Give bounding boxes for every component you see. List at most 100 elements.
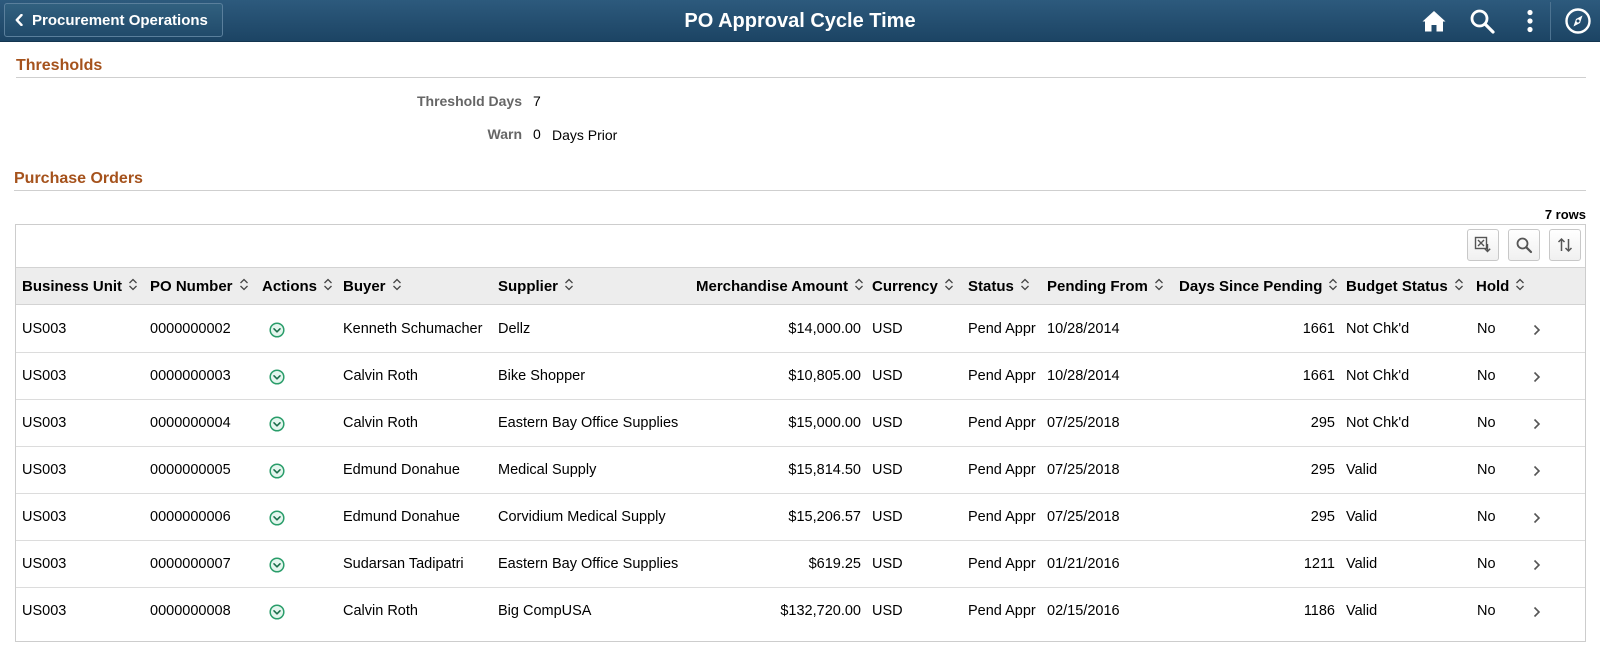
currency-cell: USD bbox=[872, 603, 903, 619]
threshold-days-label: Threshold Days bbox=[416, 93, 522, 109]
row-count: 7 rows bbox=[1544, 207, 1586, 222]
po-number-cell: 0000000002 bbox=[150, 321, 231, 337]
column-header-merchandise-amount[interactable]: Merchandise Amount bbox=[696, 268, 864, 306]
more-options-icon[interactable] bbox=[1510, 0, 1550, 42]
table-row[interactable]: US003 0000000006 Edmund Donahue Corvidium M… bbox=[16, 494, 1585, 541]
table-row[interactable]: US003 0000000002 Kenneth Schumacher Dellz $1… bbox=[16, 306, 1585, 353]
actions-menu-icon[interactable] bbox=[269, 322, 285, 338]
pending-from-cell: 10/28/2014 bbox=[1047, 321, 1120, 337]
actions-menu-icon[interactable] bbox=[269, 416, 285, 432]
column-header-hold[interactable]: Hold bbox=[1476, 268, 1525, 306]
po-number-cell: 0000000004 bbox=[150, 415, 231, 431]
merchandise-amount-cell: $14,000.00 bbox=[788, 321, 861, 337]
buyer-cell: Calvin Roth bbox=[343, 368, 418, 384]
home-icon[interactable] bbox=[1414, 0, 1454, 42]
table-row[interactable]: US003 0000000005 Edmund Donahue Medical Sup… bbox=[16, 447, 1585, 494]
status-cell: Pend Appr bbox=[968, 321, 1036, 337]
actions-menu-icon[interactable] bbox=[269, 463, 285, 479]
buyer-cell: Sudarsan Tadipatri bbox=[343, 556, 464, 572]
sort-arrows-icon bbox=[1454, 268, 1464, 306]
page-title: PO Approval Cycle Time bbox=[684, 10, 916, 32]
header-divider bbox=[1550, 2, 1551, 40]
chevron-right-icon[interactable] bbox=[1533, 353, 1541, 400]
business-unit-cell: US003 bbox=[22, 462, 67, 478]
po-number-cell: 0000000007 bbox=[150, 556, 231, 572]
status-cell: Pend Appr bbox=[968, 368, 1036, 384]
business-unit-cell: US003 bbox=[22, 415, 67, 431]
status-cell: Pend Appr bbox=[968, 509, 1036, 525]
buyer-cell: Edmund Donahue bbox=[343, 462, 460, 478]
business-unit-cell: US003 bbox=[22, 321, 67, 337]
hold-cell: No bbox=[1477, 556, 1496, 572]
days-since-pending-cell: 1661 bbox=[1302, 321, 1335, 337]
status-cell: Pend Appr bbox=[968, 603, 1036, 619]
column-header-business-unit[interactable]: Business Unit bbox=[22, 268, 138, 306]
find-icon[interactable] bbox=[1508, 229, 1540, 261]
business-unit-cell: US003 bbox=[22, 509, 67, 525]
hold-cell: No bbox=[1477, 509, 1496, 525]
warn-suffix: Days Prior bbox=[552, 127, 618, 143]
currency-cell: USD bbox=[872, 556, 903, 572]
merchandise-amount-cell: $15,206.57 bbox=[788, 509, 861, 525]
column-header-label: Status bbox=[968, 278, 1014, 295]
column-header-currency[interactable]: Currency bbox=[872, 268, 954, 306]
sort-arrows-icon bbox=[128, 268, 138, 306]
actions-menu-icon[interactable] bbox=[269, 557, 285, 573]
purchase-orders-divider bbox=[14, 190, 1586, 191]
sort-arrows-icon bbox=[564, 268, 574, 306]
warn-value: 0 bbox=[533, 126, 541, 142]
chevron-right-icon[interactable] bbox=[1533, 494, 1541, 541]
budget-status-cell: Valid bbox=[1346, 509, 1378, 525]
column-header-po-number[interactable]: PO Number bbox=[150, 268, 249, 306]
budget-status-cell: Not Chk'd bbox=[1346, 321, 1410, 337]
sort-icon[interactable] bbox=[1549, 229, 1581, 261]
table-row[interactable]: US003 0000000004 Calvin Roth Eastern Bay Of… bbox=[16, 400, 1585, 447]
pending-from-cell: 07/25/2018 bbox=[1047, 415, 1120, 431]
table-row[interactable]: US003 0000000003 Calvin Roth Bike Shopper $1… bbox=[16, 353, 1585, 400]
warn-label: Warn bbox=[487, 126, 522, 142]
chevron-right-icon[interactable] bbox=[1533, 400, 1541, 447]
column-header-label: Budget Status bbox=[1346, 278, 1448, 295]
column-header-buyer[interactable]: Buyer bbox=[343, 268, 402, 306]
hold-cell: No bbox=[1477, 462, 1496, 478]
pending-from-cell: 01/21/2016 bbox=[1047, 556, 1120, 572]
column-header-label: Actions bbox=[262, 278, 318, 295]
actions-menu-icon[interactable] bbox=[269, 510, 285, 526]
status-cell: Pend Appr bbox=[968, 462, 1036, 478]
column-header-label: PO Number bbox=[150, 278, 233, 295]
column-header-days-since-pending[interactable]: Days Since Pending bbox=[1179, 268, 1338, 306]
chevron-right-icon[interactable] bbox=[1533, 541, 1541, 588]
column-header-label: Merchandise Amount bbox=[696, 278, 848, 295]
column-header-budget-status[interactable]: Budget Status bbox=[1346, 268, 1464, 306]
column-header-label: Supplier bbox=[498, 278, 559, 295]
table-row[interactable]: US003 0000000007 Sudarsan Tadipatri Eastern… bbox=[16, 541, 1585, 588]
search-icon[interactable] bbox=[1462, 0, 1502, 42]
column-header-actions[interactable]: Actions bbox=[262, 268, 333, 306]
days-since-pending-cell: 295 bbox=[1310, 462, 1335, 478]
currency-cell: USD bbox=[872, 368, 903, 384]
sort-arrows-icon bbox=[323, 268, 333, 306]
hold-cell: No bbox=[1477, 603, 1496, 619]
back-button[interactable]: Procurement Operations bbox=[4, 3, 223, 37]
days-since-pending-cell: 295 bbox=[1310, 415, 1335, 431]
merchandise-amount-cell: $132,720.00 bbox=[780, 603, 861, 619]
chevron-right-icon[interactable] bbox=[1533, 306, 1541, 353]
chevron-right-icon[interactable] bbox=[1533, 447, 1541, 494]
column-header-pending-from[interactable]: Pending From bbox=[1047, 268, 1164, 306]
sort-arrows-icon bbox=[1328, 268, 1338, 306]
budget-status-cell: Valid bbox=[1346, 603, 1378, 619]
actions-menu-icon[interactable] bbox=[269, 369, 285, 385]
column-header-supplier[interactable]: Supplier bbox=[498, 268, 574, 306]
actions-menu-icon[interactable] bbox=[269, 604, 285, 620]
thresholds-section-title: Thresholds bbox=[16, 57, 103, 74]
export-excel-icon[interactable] bbox=[1467, 229, 1499, 261]
hold-cell: No bbox=[1477, 321, 1496, 337]
table-row[interactable]: US003 0000000008 Calvin Roth Big CompUSA $13… bbox=[16, 588, 1585, 635]
days-since-pending-cell: 295 bbox=[1310, 509, 1335, 525]
merchandise-amount-cell: $15,000.00 bbox=[788, 415, 861, 431]
hold-cell: No bbox=[1477, 415, 1496, 431]
navbar-compass-icon[interactable] bbox=[1558, 0, 1598, 42]
purchase-orders-section-title: Purchase Orders bbox=[14, 170, 143, 187]
chevron-right-icon[interactable] bbox=[1533, 588, 1541, 635]
column-header-status[interactable]: Status bbox=[968, 268, 1030, 306]
